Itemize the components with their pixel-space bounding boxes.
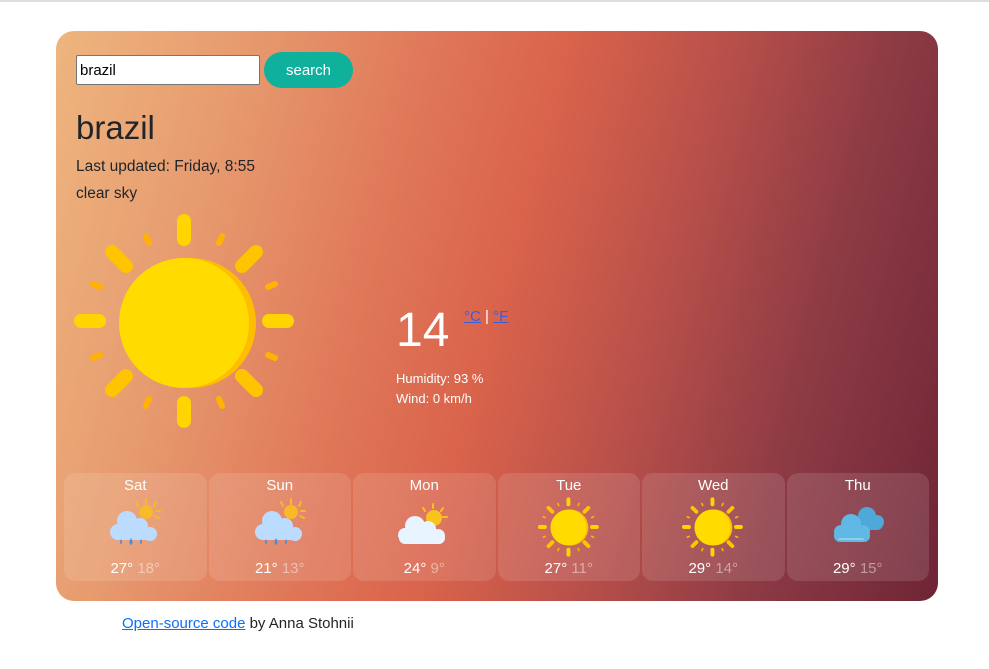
rain-cloud-sun-icon: [249, 496, 311, 558]
city-name: brazil: [76, 109, 155, 146]
forecast-day-name: Mon: [409, 477, 439, 494]
forecast-day-name: Thu: [844, 477, 871, 494]
sun-icon: [538, 496, 600, 558]
forecast-day-name: Wed: [697, 477, 729, 494]
city-search-input[interactable]: [76, 55, 260, 85]
forecast-day: Tue 27° 11°: [497, 473, 640, 581]
last-updated: Last updated: Friday, 8:55: [76, 158, 255, 175]
forecast-min: 9°: [430, 560, 445, 577]
forecast-temps: 27° 11°: [545, 560, 593, 577]
forecast-temps: 29° 14°: [688, 560, 738, 577]
humidity: Humidity: 93 %: [396, 371, 484, 386]
forecast-max: 29°: [832, 560, 856, 577]
forecast-day: Wed 29° 14°: [642, 473, 785, 581]
forecast-max: 27°: [110, 560, 134, 577]
forecast-min: 14°: [715, 560, 739, 577]
fahrenheit-link[interactable]: °F: [493, 308, 508, 325]
forecast-temps: 29° 15°: [833, 560, 883, 577]
forecast-day: Sat 27° 18°: [64, 473, 207, 581]
forecast-max: 21°: [254, 560, 278, 577]
forecast-min: 13°: [281, 560, 305, 577]
forecast-max: 29°: [688, 560, 712, 577]
footer: Open-source code by Anna Stohnii: [122, 615, 354, 632]
unit-switcher: °C | °F: [464, 308, 508, 325]
search-button[interactable]: search: [264, 52, 353, 88]
forecast-max: 24°: [403, 560, 427, 577]
rain-cloud-sun-icon: [104, 496, 166, 558]
forecast-day-name: Sun: [266, 477, 294, 494]
sun-icon: [682, 496, 744, 558]
forecast-list: Sat 27° 18° Sun 21° 13° Mon 24° 9° Tue 2…: [64, 473, 929, 581]
source-code-link[interactable]: Open-source code: [122, 615, 245, 632]
search-form: search: [76, 52, 353, 88]
forecast-temps: 27° 18°: [110, 560, 160, 577]
wind: Wind: 0 km/h: [396, 391, 472, 406]
unit-separator: |: [485, 308, 489, 325]
weather-description: clear sky: [76, 185, 138, 202]
sun-icon: [74, 209, 298, 433]
forecast-day: Thu 29° 15°: [786, 473, 929, 581]
forecast-max: 27°: [544, 560, 568, 577]
forecast-day-name: Tue: [556, 477, 582, 494]
author-credit: by Anna Stohnii: [245, 615, 354, 632]
forecast-temps: 24° 9°: [404, 560, 445, 577]
celsius-link[interactable]: °C: [464, 308, 481, 325]
partly-cloudy-icon: [393, 496, 455, 558]
forecast-min: 15°: [859, 560, 883, 577]
current-temperature: 14: [396, 304, 450, 357]
forecast-day: Mon 24° 9°: [353, 473, 496, 581]
clouds-icon: [827, 496, 889, 558]
forecast-day: Sun 21° 13°: [208, 473, 351, 581]
forecast-min: 18°: [137, 560, 161, 577]
forecast-min: 11°: [571, 560, 593, 577]
forecast-temps: 21° 13°: [255, 560, 305, 577]
weather-card: search brazil Last updated: Friday, 8:55…: [56, 31, 938, 601]
forecast-day-name: Sat: [123, 477, 147, 494]
